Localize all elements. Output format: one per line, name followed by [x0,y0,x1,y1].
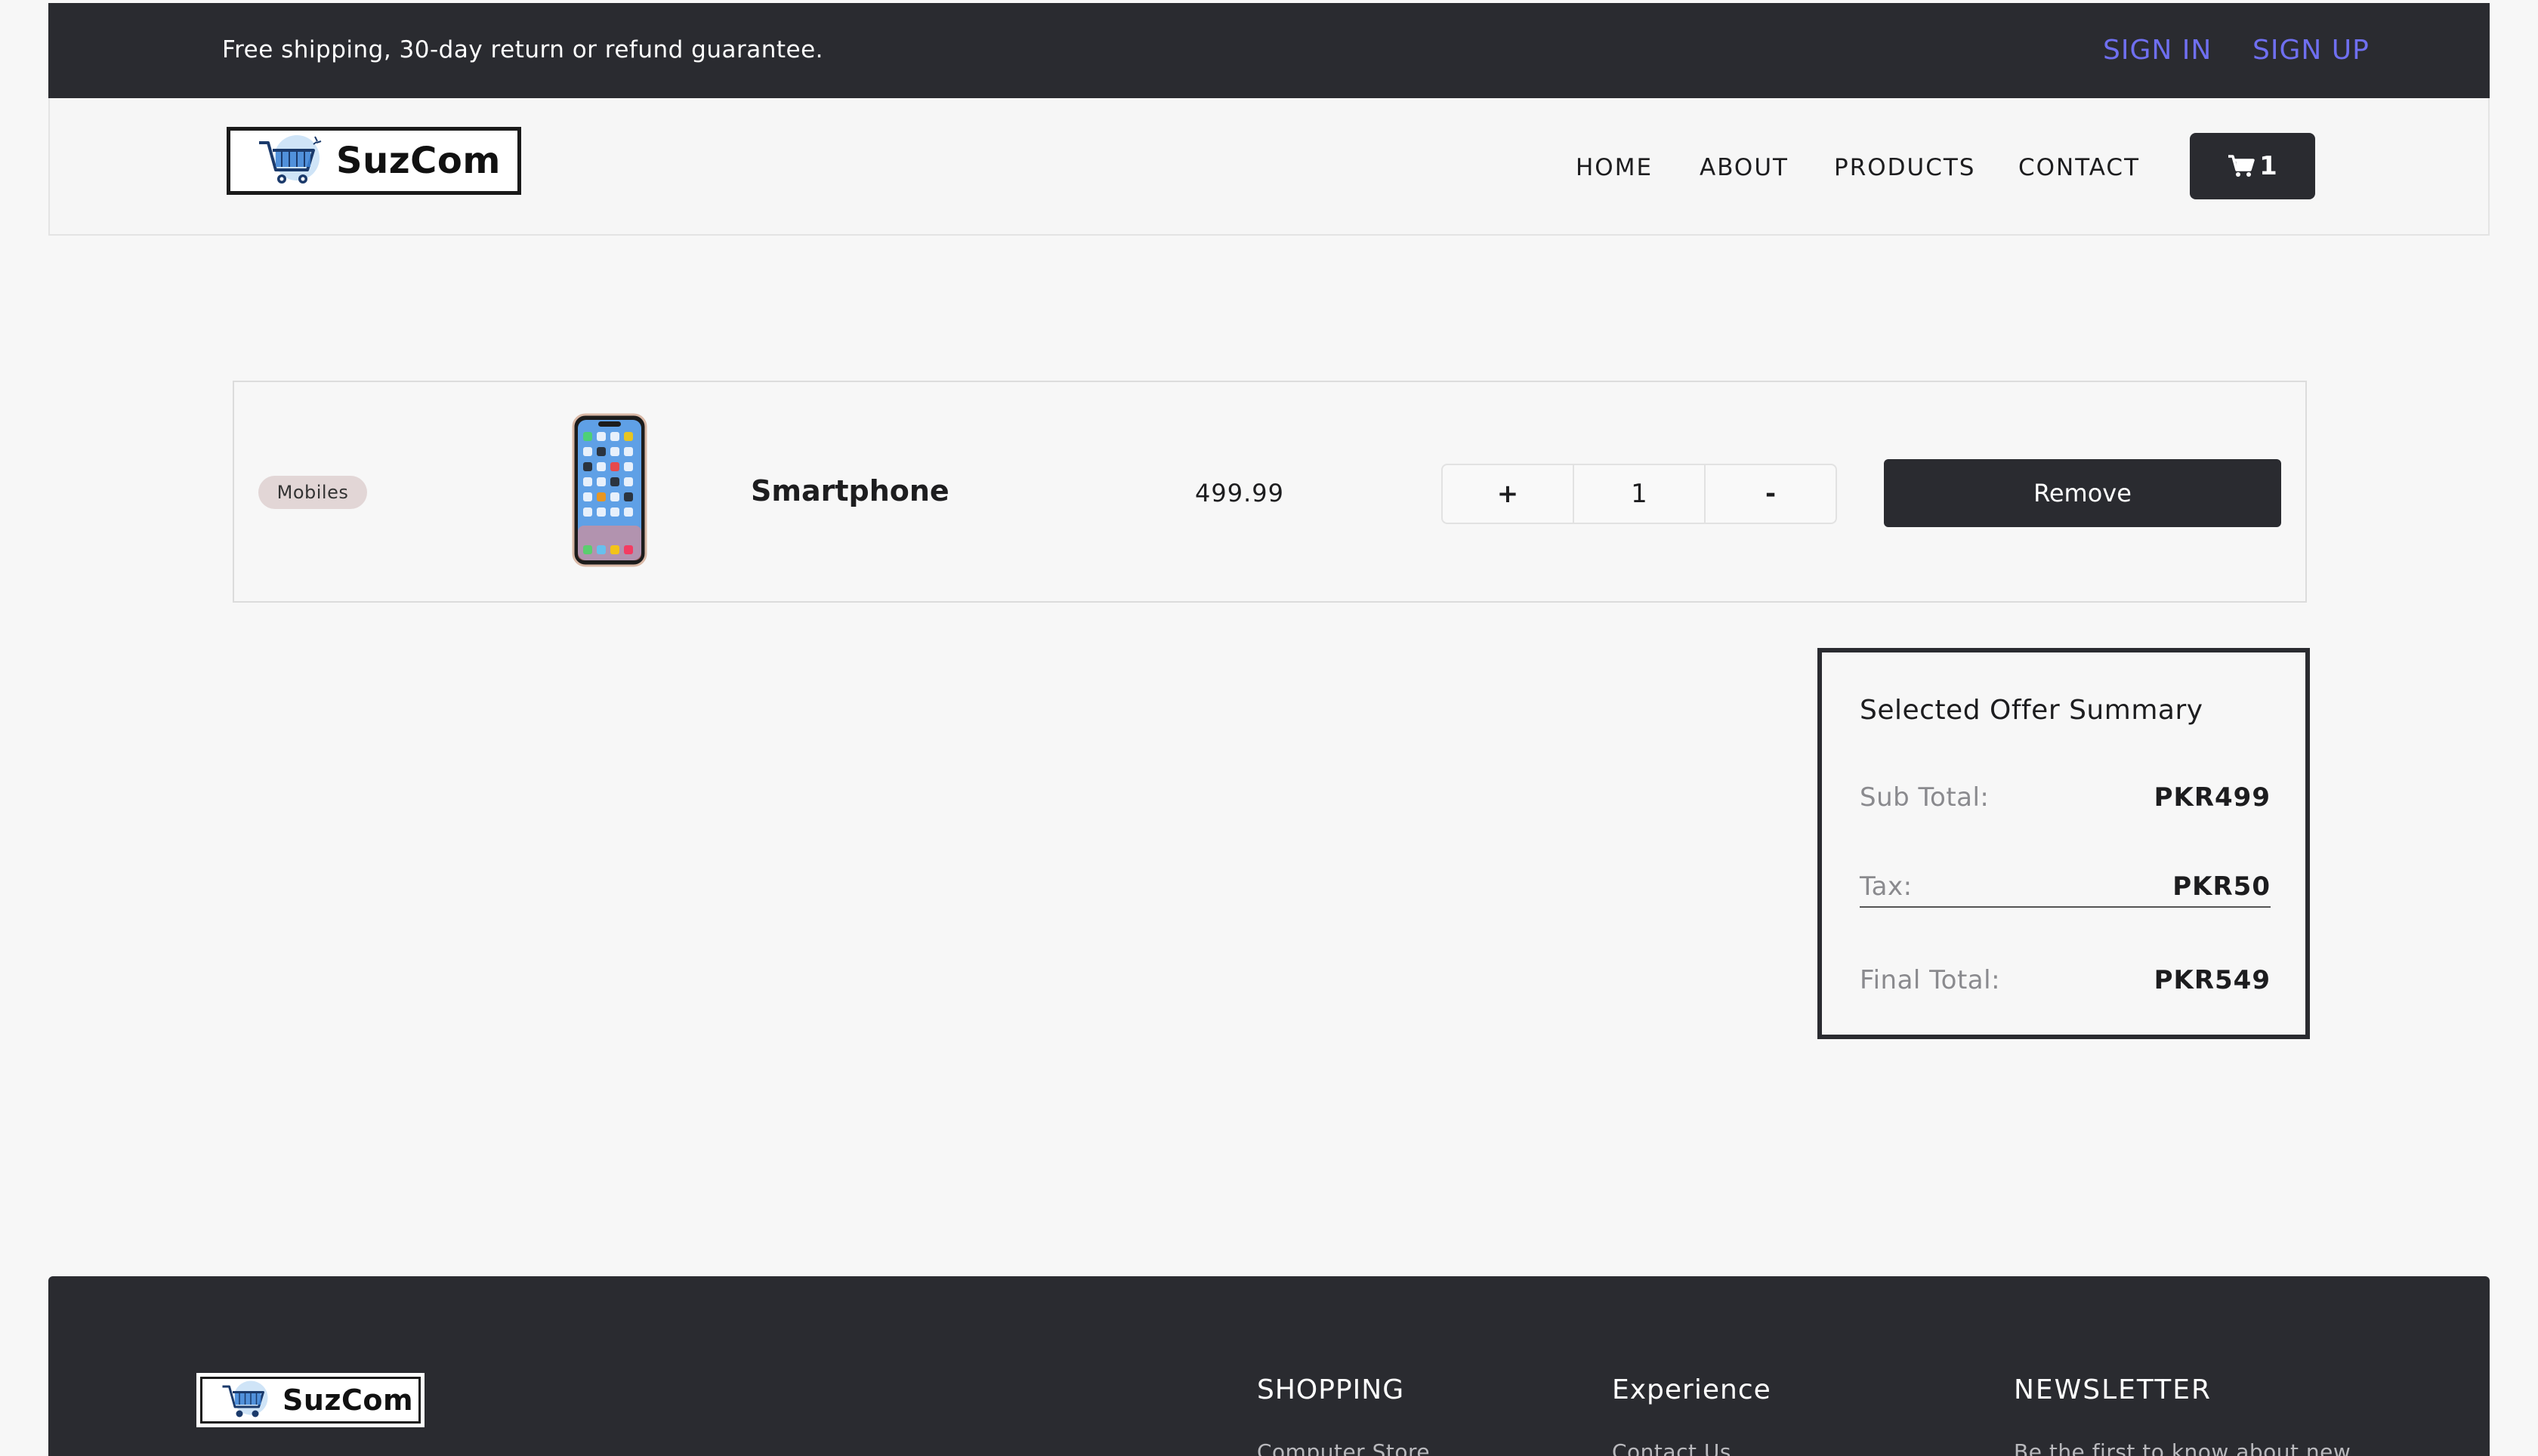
increase-quantity-button[interactable]: + [1443,465,1573,523]
remove-button[interactable]: Remove [1884,459,2281,527]
tax-row: Tax: PKR50 [1860,871,2271,908]
product-image [572,413,647,567]
nav-home[interactable]: HOME [1576,154,1653,181]
nav-products[interactable]: PRODUCTS [1834,154,1975,181]
product-price: 499.99 [1195,479,1284,507]
category-badge: Mobiles [258,476,367,509]
shopping-cart-icon [2228,155,2255,177]
logo-text: SuzCom [336,140,501,182]
page: Free shipping, 30-day return or refund g… [0,0,2538,1456]
nav-contact[interactable]: CONTACT [2018,154,2140,181]
cart-item-row: Mobiles Smartphone 499.99 + 1 - Remove [233,381,2307,603]
quantity-value: 1 [1573,465,1704,523]
top-bar: Free shipping, 30-day return or refund g… [48,3,2490,98]
sub-total-label: Sub Total: [1860,782,1990,813]
sub-total-value: PKR499 [2154,782,2271,813]
cart-button[interactable]: 1 [2190,133,2315,199]
promo-text: Free shipping, 30-day return or refund g… [222,36,824,63]
product-name[interactable]: Smartphone [751,474,949,507]
footer-heading-experience: Experience [1612,1374,1771,1405]
final-total-value: PKR549 [2154,965,2271,995]
sub-total-row: Sub Total: PKR499 [1860,782,2271,813]
site-header: SuzCom HOME ABOUT PRODUCTS CONTACT 1 [48,98,2490,236]
shopping-cart-logo-icon [222,1380,268,1417]
site-logo[interactable]: SuzCom [227,127,521,195]
tax-label: Tax: [1860,871,1913,902]
tax-value: PKR50 [2172,871,2271,902]
sign-in-link[interactable]: SIGN IN [2103,35,2212,66]
footer-heading-newsletter: NEWSLETTER [2014,1374,2212,1405]
summary-title: Selected Offer Summary [1860,695,2203,726]
nav-about[interactable]: ABOUT [1700,154,1789,181]
site-footer: SuzCom SHOPPING Experience NEWSLETTER Co… [48,1276,2490,1456]
quantity-stepper: + 1 - [1441,464,1837,524]
footer-heading-shopping: SHOPPING [1257,1374,1405,1405]
footer-logo[interactable]: SuzCom [196,1373,425,1427]
footer-link-contact-us[interactable]: Contact Us [1612,1439,1731,1456]
decrease-quantity-button[interactable]: - [1704,465,1836,523]
footer-logo-text: SuzCom [283,1384,414,1417]
final-total-label: Final Total: [1860,965,2001,995]
newsletter-text: Be the first to know about new [2014,1439,2351,1456]
cart-count: 1 [2259,151,2277,181]
footer-link-computer-store[interactable]: Computer Store [1257,1439,1430,1456]
final-total-row: Final Total: PKR549 [1860,965,2271,995]
order-summary: Selected Offer Summary Sub Total: PKR499… [1817,648,2310,1039]
sign-up-link[interactable]: SIGN UP [2252,35,2370,66]
shopping-cart-logo-icon [259,135,322,184]
